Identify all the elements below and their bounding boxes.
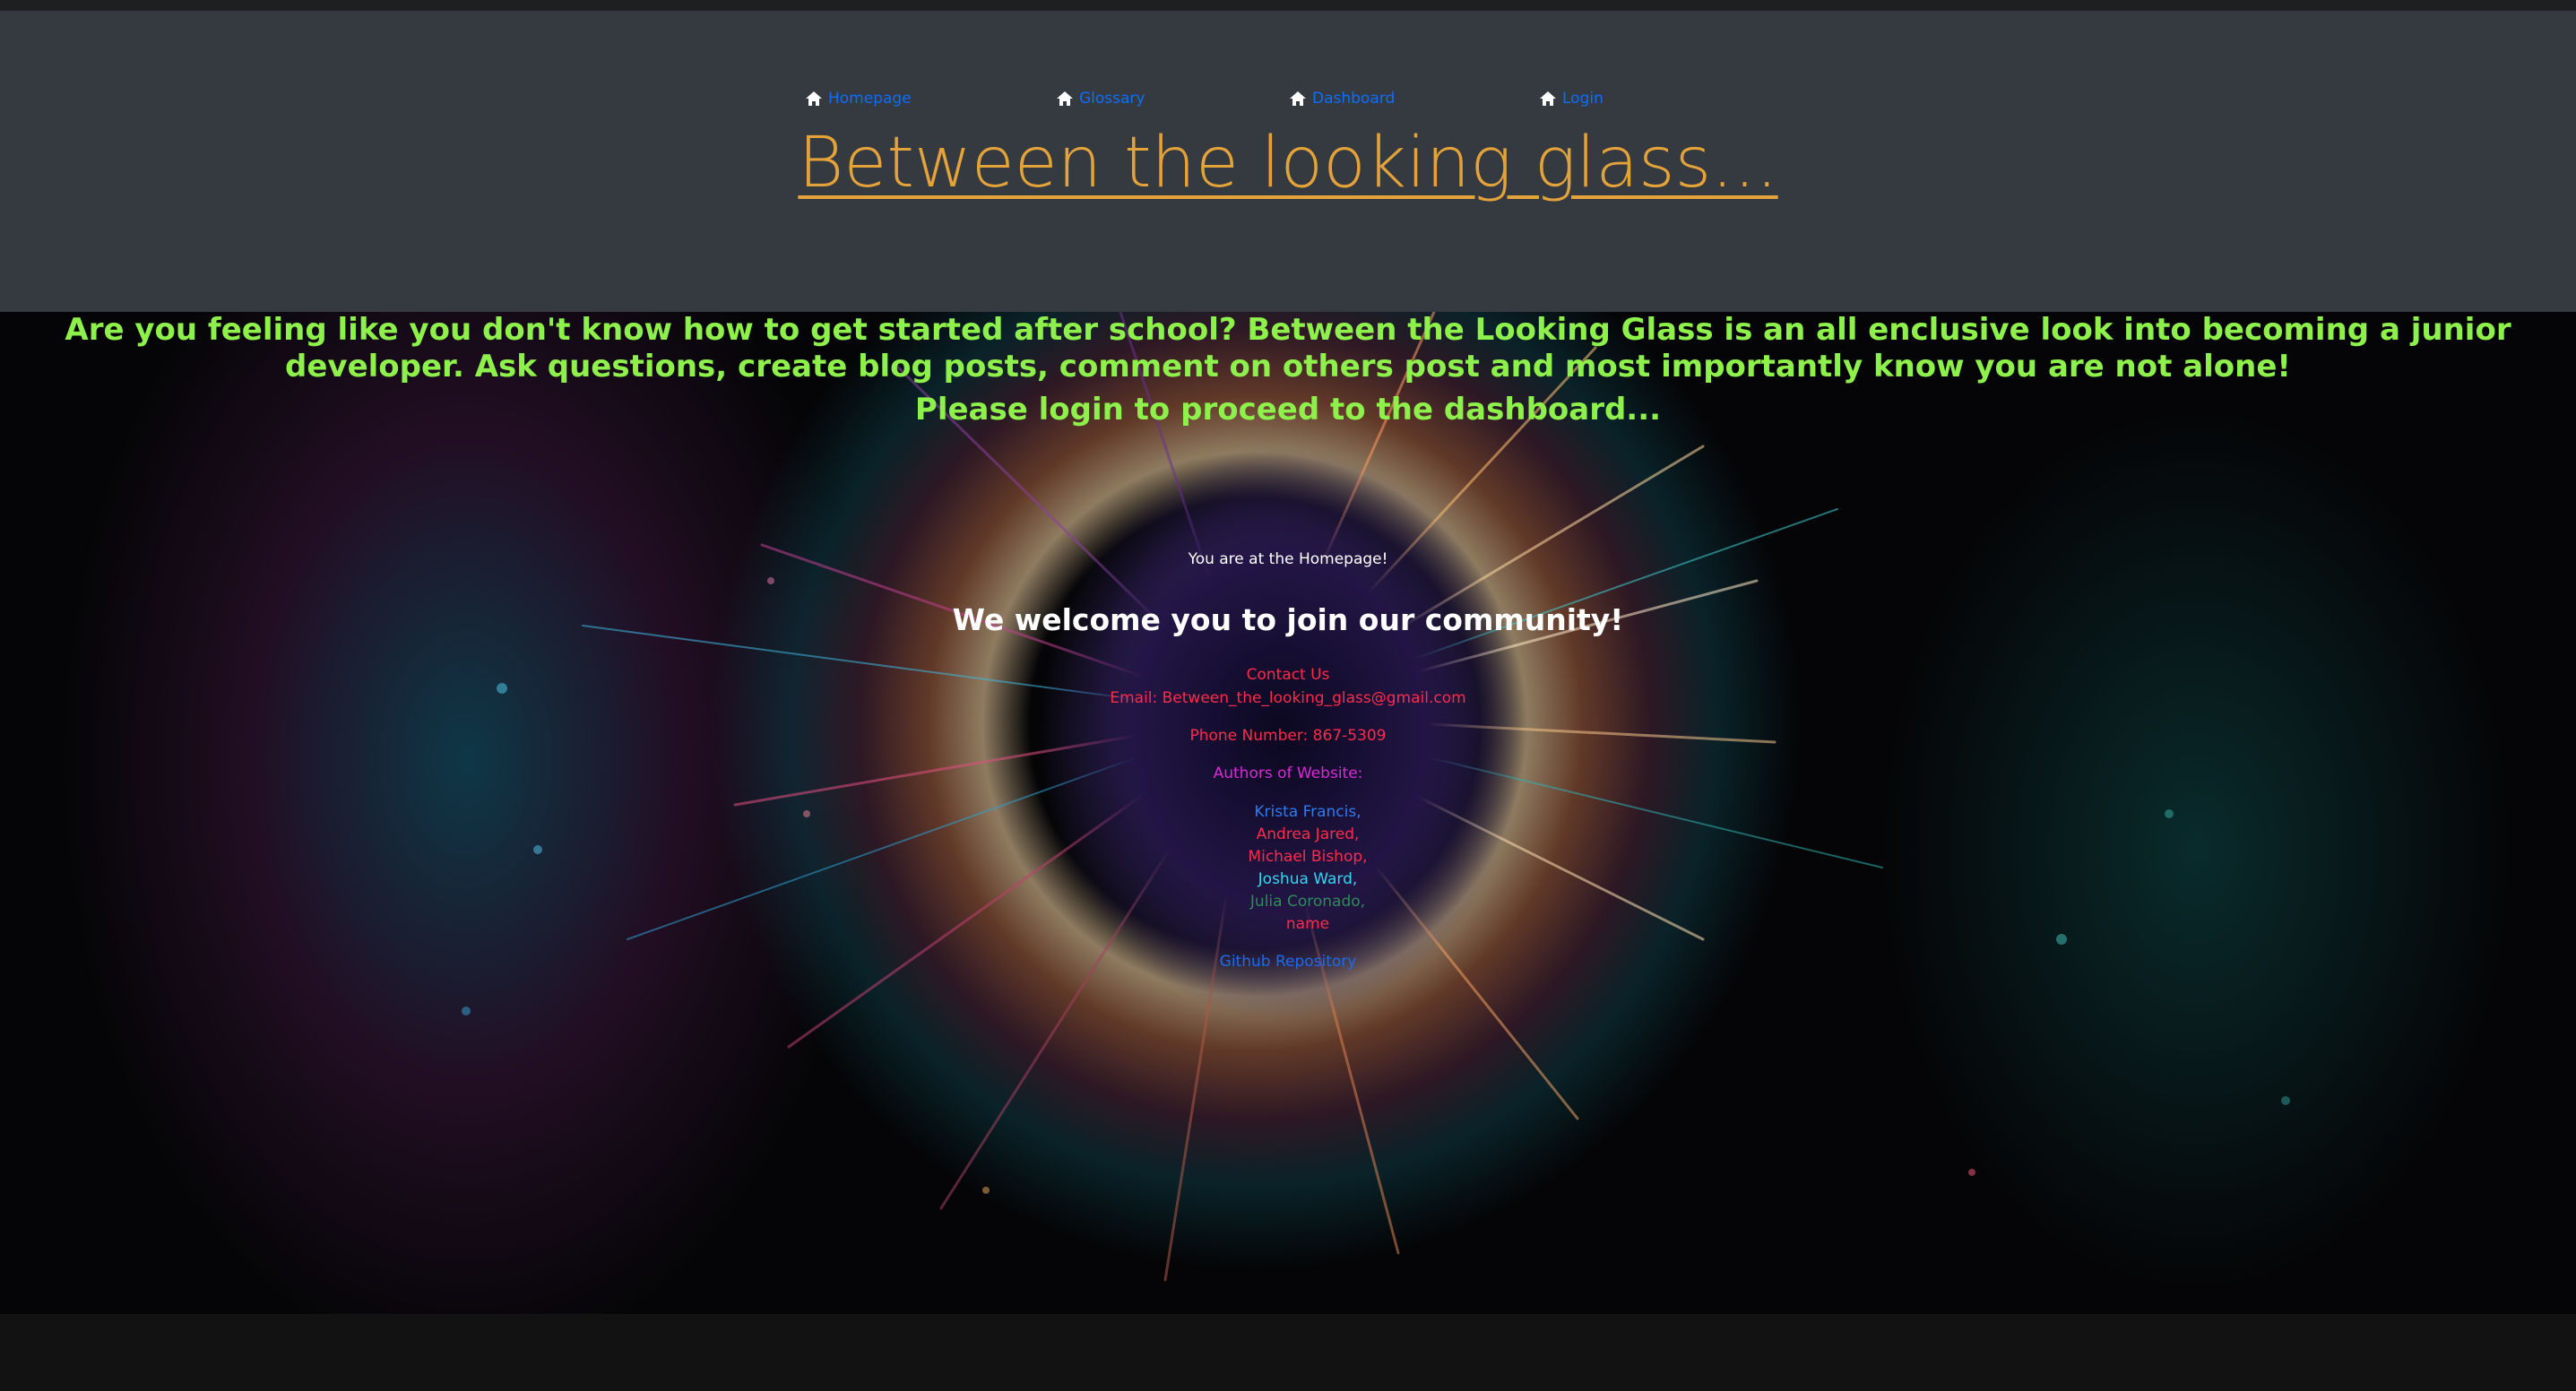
nav-label-login: Login: [1562, 90, 1604, 108]
site-header: Homepage Glossary Dashboard Login Betwee…: [0, 11, 2576, 312]
home-icon: [806, 91, 822, 106]
nav-link-homepage[interactable]: Homepage: [805, 90, 912, 108]
home-icon: [1540, 91, 1556, 106]
intro-paragraph: Are you feeling like you don't know how …: [65, 312, 2511, 384]
nav-label-glossary: Glossary: [1079, 90, 1145, 108]
contact-heading: Contact Us: [1246, 666, 1330, 684]
github-repository-link[interactable]: Github Repository: [0, 952, 2576, 972]
home-icon: [1057, 91, 1073, 106]
login-prompt: Please login to proceed to the dashboard…: [914, 392, 1662, 428]
author-name: name: [1285, 915, 1330, 933]
home-icon: [1290, 91, 1306, 106]
author-name: Joshua Ward,: [1258, 870, 1358, 888]
browser-top-strip: [0, 0, 2576, 11]
contact-email: Email: Between_the_looking_glass@gmail.c…: [1110, 689, 1466, 707]
nav-label-dashboard: Dashboard: [1312, 90, 1396, 108]
nav-label-homepage: Homepage: [828, 90, 912, 108]
welcome-heading: We welcome you to join our community!: [952, 602, 1624, 637]
authors-heading: Authors of Website:: [1213, 765, 1363, 782]
site-title-link[interactable]: Between the looking glass...: [0, 118, 2576, 208]
nav-link-dashboard[interactable]: Dashboard: [1289, 90, 1395, 108]
hero-section: Are you feeling like you don't know how …: [0, 312, 2576, 1314]
contact-phone: Phone Number: 867-5309: [1189, 727, 1387, 745]
nav-link-login[interactable]: Login: [1539, 90, 1604, 108]
author-name: Michael Bishop,: [1248, 848, 1368, 866]
page-footer: [0, 1314, 2576, 1391]
author-name: Krista Francis,: [1254, 803, 1361, 821]
author-name: Andrea Jared,: [1256, 825, 1360, 843]
location-message: You are at the Homepage!: [1188, 550, 1388, 568]
main-nav: Homepage Glossary Dashboard Login: [0, 90, 2576, 113]
nav-link-glossary[interactable]: Glossary: [1056, 90, 1145, 108]
author-name: Julia Coronado,: [1249, 893, 1366, 911]
